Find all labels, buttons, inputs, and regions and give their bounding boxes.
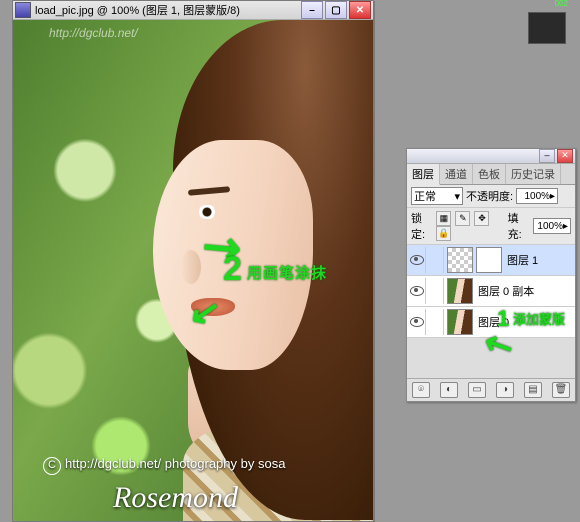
image-canvas[interactable]: http://dgclub.net/ ↘ ↘ 2 用画笔涂抹 Chttp://d… <box>13 20 373 521</box>
lock-icons: ▦ ✎ ✥ 🔒 <box>436 211 501 241</box>
fx-button[interactable]: ⌾ <box>412 382 430 398</box>
lock-label: 锁定: <box>411 210 433 242</box>
document-window: load_pic.jpg @ 100% (图层 1, 图层蒙版/8) – ▢ ✕… <box>12 0 374 522</box>
fill-label: 填充: <box>508 210 530 242</box>
layer-name[interactable]: 图层 0 副本 <box>476 283 573 299</box>
layer-thumbnail[interactable] <box>447 309 473 335</box>
adjustment-layer-button[interactable]: ◑ <box>496 382 514 398</box>
signature-text: Rosemond <box>113 481 238 515</box>
tab-history[interactable]: 历史记录 <box>506 164 561 184</box>
delete-layer-button[interactable]: 🗑 <box>552 382 570 398</box>
visibility-toggle[interactable] <box>409 247 426 273</box>
chevron-down-icon: ▾ <box>454 190 460 203</box>
layer-row[interactable]: 图层 0 副本 <box>407 276 575 307</box>
app-icon <box>15 2 31 18</box>
lock-brush-icon[interactable]: ✎ <box>455 211 470 226</box>
maximize-button[interactable]: ▢ <box>325 1 347 19</box>
opacity-label: 不透明度: <box>466 188 513 204</box>
opacity-input[interactable]: 100%▸ <box>516 188 558 204</box>
panel-titlebar[interactable]: – ✕ <box>407 149 575 164</box>
fill-input[interactable]: 100%▸ <box>533 218 571 234</box>
new-group-button[interactable]: ▭ <box>468 382 486 398</box>
eye-icon <box>410 317 424 327</box>
annotation-text: 用画笔涂抹 <box>247 262 327 283</box>
blend-mode-value: 正常 <box>414 188 436 204</box>
lock-transparency-icon[interactable]: ▦ <box>436 211 451 226</box>
new-layer-button[interactable]: ▤ <box>524 382 542 398</box>
link-column[interactable] <box>429 309 444 335</box>
layer-thumbnail[interactable] <box>447 247 473 273</box>
link-column[interactable] <box>429 247 444 273</box>
panel-footer: ⌾ ◐ ▭ ◑ ▤ 🗑 <box>407 378 575 401</box>
blend-mode-select[interactable]: 正常 ▾ <box>411 187 463 205</box>
credit-text: http://dgclub.net/ photography by sosa <box>65 456 285 471</box>
annotation-number: 2 <box>223 250 242 289</box>
close-button[interactable]: ✕ <box>349 1 371 19</box>
layers-empty-area: 1 添加蒙版 ↘ <box>407 338 575 378</box>
minimize-button[interactable]: – <box>301 1 323 19</box>
link-column[interactable] <box>429 278 444 304</box>
copyright-icon: C <box>43 457 61 475</box>
navigator-thumbnail[interactable] <box>528 12 566 44</box>
navigator-label: 002 <box>555 0 568 8</box>
add-mask-button[interactable]: ◐ <box>440 382 458 398</box>
tab-layers[interactable]: 图层 <box>407 164 440 185</box>
layer-thumbnail[interactable] <box>447 278 473 304</box>
titlebar[interactable]: load_pic.jpg @ 100% (图层 1, 图层蒙版/8) – ▢ ✕ <box>13 1 373 20</box>
blend-opacity-row: 正常 ▾ 不透明度: 100%▸ <box>407 185 575 208</box>
panel-annotation-text: 添加蒙版 <box>513 309 565 328</box>
watermark-url: http://dgclub.net/ <box>49 26 138 40</box>
lock-move-icon[interactable]: ✥ <box>474 211 489 226</box>
layer-row[interactable]: 图层 1 <box>407 245 575 276</box>
panel-close-button[interactable]: ✕ <box>557 149 573 163</box>
visibility-toggle[interactable] <box>409 309 426 335</box>
document-title: load_pic.jpg @ 100% (图层 1, 图层蒙版/8) <box>35 2 301 18</box>
visibility-toggle[interactable] <box>409 278 426 304</box>
lock-fill-row: 锁定: ▦ ✎ ✥ 🔒 填充: 100%▸ <box>407 208 575 245</box>
layer-mask-thumbnail[interactable] <box>476 247 502 273</box>
panel-tabs: 图层 通道 色板 历史记录 <box>407 164 575 185</box>
layer-name[interactable]: 图层 1 <box>505 252 573 268</box>
panel-minimize-button[interactable]: – <box>539 149 555 163</box>
tab-swatches[interactable]: 色板 <box>473 164 506 184</box>
credit-line: Chttp://dgclub.net/ photography by sosa <box>43 456 285 475</box>
lock-all-icon[interactable]: 🔒 <box>436 226 451 241</box>
eye-icon <box>410 286 424 296</box>
layers-panel: – ✕ 图层 通道 色板 历史记录 正常 ▾ 不透明度: 100%▸ 锁定: ▦ … <box>406 148 576 402</box>
tab-channels[interactable]: 通道 <box>440 164 473 184</box>
eye-icon <box>410 255 424 265</box>
